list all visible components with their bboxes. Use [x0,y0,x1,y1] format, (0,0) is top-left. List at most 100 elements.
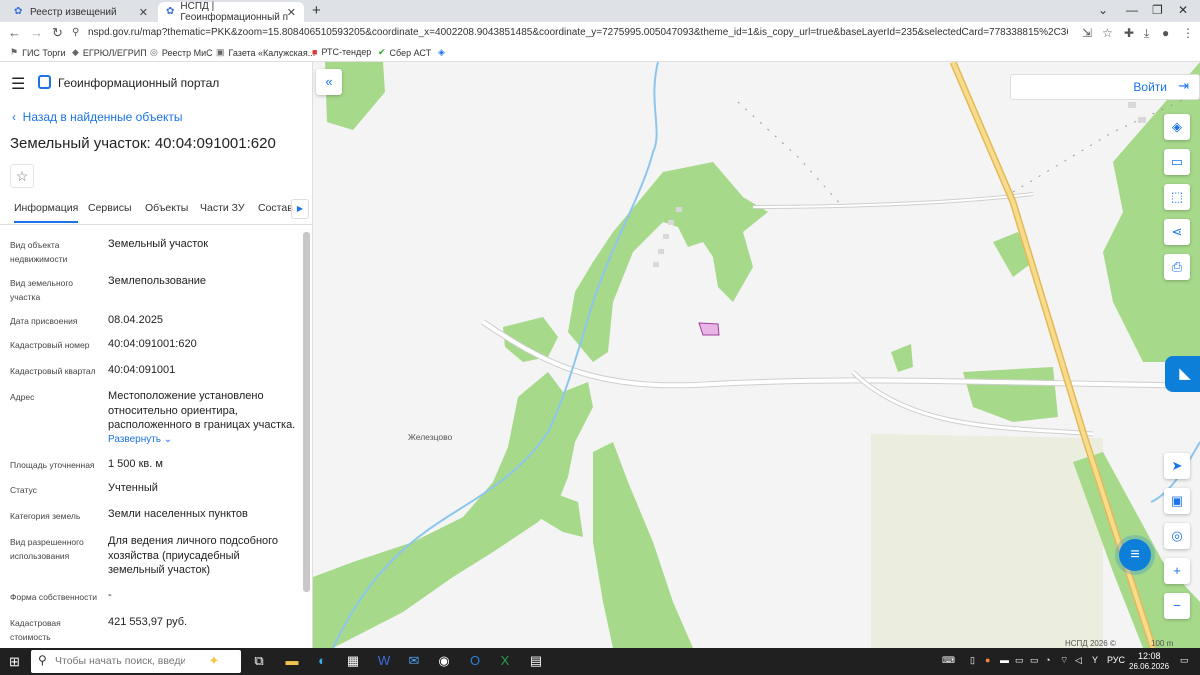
bookmark-item[interactable]: ◆ ЕГРЮЛ/ЕГРИП [72,47,147,58]
keyboard-icon[interactable]: ⌨ [942,655,955,666]
bookmark-star-icon[interactable]: ☆ [1102,26,1113,40]
browser-tab-active[interactable]: ✿ НСПД | Геоинформационный п ✕ [158,1,304,23]
store-icon[interactable]: ▦ [344,652,362,670]
field-label: Кадастровый квартал [10,366,96,376]
profile-icon[interactable]: ● [1162,26,1169,40]
gosuslugi-widget-icon[interactable]: ◣ [1165,356,1200,392]
mail-icon[interactable]: ✉ [405,652,423,670]
bookmark-item[interactable]: ✔ Сбер АСТ [378,47,431,58]
bookmark-favicon-icon: ✔ [378,47,386,57]
expand-address-link[interactable]: Развернуть ⌄ [108,434,172,445]
battery-icon[interactable]: ▯ [970,655,975,666]
url-field[interactable]: nspd.gov.ru/map?thematic=PKK&zoom=15.808… [88,27,1068,38]
back-to-results-link[interactable]: ‹ Назад в найденные объекты [12,110,183,124]
bookmark-item[interactable]: ▣ Газета «Калужская... [216,47,315,58]
map-canvas[interactable]: « Войти ⇥ ◈ ▭ ⬚ ⋖ ⎙ ◣ ➤ ▣ ◎ + − ≡ Железц… [313,62,1200,648]
calculator-icon[interactable]: ▤ [527,652,545,670]
tab-search-icon[interactable]: ⌄ [1098,3,1108,17]
portal-name: Геоинформационный портал [58,76,220,90]
bookmark-item[interactable]: ◈ [438,47,449,58]
bookmark-favicon-icon: ◆ [72,47,79,57]
close-tab-icon[interactable]: ✕ [287,6,296,19]
zoom-out-icon[interactable]: − [1164,593,1190,619]
extensions-icon[interactable]: ✚ [1124,26,1134,40]
reload-icon[interactable]: ↻ [52,25,63,41]
bookmark-favicon-icon: ◎ [150,47,158,57]
field-label: Статус [10,485,37,495]
favorite-star-icon[interactable]: ☆ [10,164,34,188]
forest-area [568,162,768,362]
new-tab-button[interactable]: + [312,2,321,19]
notifications-icon[interactable]: ▭ [1180,655,1189,666]
maximize-button[interactable]: ❐ [1152,3,1163,17]
share-icon[interactable]: ⇲ [1082,26,1092,40]
forest-area [593,442,693,648]
bookmark-item[interactable]: ⚑ ГИС Торги [10,47,66,58]
field-value: 08.04.2025 [108,314,164,326]
excel-icon[interactable]: X [496,652,514,670]
ruler-icon[interactable]: ▭ [1164,149,1190,175]
site-info-icon[interactable]: ⚲ [72,27,79,38]
panel-scrollbar[interactable] [303,232,310,592]
network-icon[interactable]: ◔ [1045,655,1050,665]
hamburger-menu-icon[interactable]: ☰ [11,74,25,94]
display-icon[interactable]: ▭ [1015,655,1024,666]
browser-tab[interactable]: ✿ Реестр извещений ✕ [6,2,156,22]
share-icon[interactable]: ⋖ [1164,219,1190,245]
field-value: - [108,589,112,601]
bookmark-favicon-icon: ◈ [438,47,445,57]
area-select-icon[interactable]: ⬚ [1164,184,1190,210]
search-input[interactable] [55,655,185,667]
chevron-down-icon: ⌄ [163,434,173,445]
building [663,234,669,239]
tab-info[interactable]: Информация [14,202,79,223]
tab-services[interactable]: Сервисы [88,202,132,214]
chat-assistant-icon[interactable]: ≡ [1119,539,1151,571]
app-tray-icon[interactable]: ▬ [1000,655,1009,665]
tab-composition[interactable]: Состав [258,202,293,214]
field-label: Кадастровая стоимость [10,618,61,642]
minimap-icon[interactable]: ▣ [1164,488,1190,514]
print-icon[interactable]: ⎙ [1164,254,1190,280]
tab-parts[interactable]: Части ЗУ [200,202,245,214]
map-attribution: НСПД 2026 © [1065,639,1116,648]
field-value: Землепользование [108,275,207,287]
outlook-icon[interactable]: O [466,652,484,670]
volume-icon[interactable]: ◁ [1075,655,1082,666]
windows-start-icon[interactable]: ⊞ [9,654,20,670]
selected-parcel[interactable] [698,322,720,336]
keyboard-language[interactable]: РУС [1107,655,1125,665]
menu-dots-icon[interactable]: ⋮ [1182,26,1194,40]
word-icon[interactable]: W [375,652,393,670]
collapse-panel-button[interactable]: « [316,69,342,95]
tabs-next-arrow-icon[interactable]: ▶ [291,199,309,219]
geolocation-icon[interactable]: ➤ [1164,453,1190,479]
building [1128,102,1136,108]
close-tab-icon[interactable]: ✕ [139,6,148,19]
bookmark-item[interactable]: ◎ Реестр МиС [150,47,213,58]
clock-date[interactable]: 26.06.2026 [1129,662,1169,671]
building [653,262,659,267]
wifi-icon[interactable]: ⌔ [1060,655,1068,666]
zoom-in-icon[interactable]: + [1164,558,1190,584]
chrome-icon[interactable]: ◉ [435,652,453,670]
field-value: Для ведения личного подсобного хозяйства… [108,535,279,576]
bookmark-item[interactable]: ■ РТС-тендер [312,47,371,57]
login-button[interactable]: Войти ⇥ [1010,74,1200,100]
minimize-button[interactable]: — [1126,3,1138,17]
back-arrow-icon[interactable]: ← [8,25,21,40]
file-explorer-icon[interactable]: ▬ [283,652,301,670]
layers-icon[interactable]: ◈ [1164,114,1190,140]
clock-time[interactable]: 12:08 [1138,651,1161,661]
close-window-button[interactable]: ✕ [1178,3,1188,17]
tab-objects[interactable]: Объекты [145,202,188,214]
folder-icon[interactable]: ▭ [1030,655,1039,666]
edge-icon[interactable]: ◐ [313,652,331,670]
compass-icon[interactable]: ◎ [1164,523,1190,549]
antivirus-icon[interactable]: ● [985,655,990,665]
download-icon[interactable]: ⤓ [1144,26,1149,41]
task-view-icon[interactable]: ⧉ [250,652,268,670]
tab-title: Реестр извещений [30,6,117,18]
antenna-icon[interactable]: Y [1092,655,1098,665]
forward-arrow-icon[interactable]: → [30,25,43,40]
